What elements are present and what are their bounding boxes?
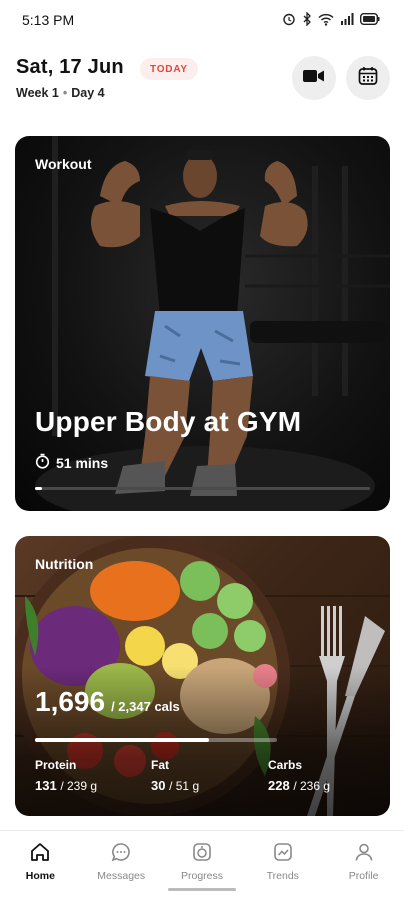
macro-carbs: Carbs 228 / 236 g xyxy=(268,758,330,793)
macro-amount: 131 xyxy=(35,778,57,793)
nav-trends[interactable]: Trends xyxy=(242,831,323,900)
nav-label: Trends xyxy=(266,870,299,882)
signal-icon xyxy=(340,13,354,27)
video-camera-icon xyxy=(303,69,325,88)
workout-card[interactable]: Workout Upper Body at GYM 51 mins xyxy=(15,136,390,511)
nutrition-card[interactable]: Nutrition 1,696 / 2,347 cals Protein 131… xyxy=(15,536,390,816)
calendar-button[interactable] xyxy=(346,56,390,100)
day-label: Day 4 xyxy=(71,86,105,100)
home-icon xyxy=(29,841,51,863)
macro-label: Protein xyxy=(35,758,77,772)
calories-progress-fill xyxy=(35,738,210,742)
macro-amount: 228 xyxy=(268,778,290,793)
calories-summary: 1,696 / 2,347 cals xyxy=(35,686,180,718)
macro-fat: Fat 30 / 51 g xyxy=(151,758,199,793)
nav-label: Profile xyxy=(348,870,379,882)
workout-title: Upper Body at GYM xyxy=(35,406,302,437)
macro-amount: 30 xyxy=(151,778,166,793)
profile-icon xyxy=(353,841,375,863)
day-header: Sat, 17 Jun TODAY Week 1 • Day 4 xyxy=(16,52,390,108)
status-icons xyxy=(282,11,380,28)
video-call-button[interactable] xyxy=(292,56,336,100)
week-label: Week 1 xyxy=(16,86,59,100)
trends-icon xyxy=(272,841,294,863)
status-time: 5:13 PM xyxy=(22,12,75,28)
home-indicator xyxy=(168,888,236,891)
macro-goal: / 51 g xyxy=(169,779,200,793)
macro-protein: Protein 131 / 239 g xyxy=(35,758,97,793)
macro-label: Carbs xyxy=(268,758,303,772)
today-badge: TODAY xyxy=(140,58,198,80)
nav-label: Home xyxy=(25,870,55,882)
calories-progress-bar xyxy=(35,738,277,742)
nav-label: Messages xyxy=(97,870,146,882)
nav-messages[interactable]: Messages xyxy=(81,831,162,900)
macro-value: 131 / 239 g xyxy=(35,778,97,793)
status-bar: 5:13 PM xyxy=(0,0,404,40)
calories-goal: / 2,347 cals xyxy=(111,699,180,714)
duration-text: 51 mins xyxy=(56,454,109,471)
battery-icon xyxy=(359,12,380,27)
nutrition-label: Nutrition xyxy=(35,556,94,572)
macro-goal: / 239 g xyxy=(60,779,98,793)
chat-icon xyxy=(110,841,132,863)
stopwatch-icon xyxy=(35,453,50,472)
separator-dot: • xyxy=(62,86,68,100)
bluetooth-icon xyxy=(302,11,312,28)
macro-value: 228 / 236 g xyxy=(268,778,330,793)
wifi-icon xyxy=(318,13,334,28)
progress-icon xyxy=(191,841,213,863)
calendar-icon xyxy=(358,66,378,91)
macro-label: Fat xyxy=(151,758,169,772)
workout-duration: 51 mins xyxy=(35,453,108,472)
workout-progress-fill xyxy=(35,487,42,490)
workout-label: Workout xyxy=(35,156,92,172)
nav-home[interactable]: Home xyxy=(0,831,81,900)
alarm-icon xyxy=(282,12,296,28)
week-day-line: Week 1 • Day 4 xyxy=(16,86,105,100)
workout-progress-bar xyxy=(35,487,370,490)
macro-value: 30 / 51 g xyxy=(151,778,199,793)
nav-profile[interactable]: Profile xyxy=(323,831,404,900)
nav-label: Progress xyxy=(180,870,223,882)
date-title: Sat, 17 Jun xyxy=(16,56,124,78)
macro-goal: / 236 g xyxy=(293,779,331,793)
calories-consumed: 1,696 xyxy=(35,686,106,717)
